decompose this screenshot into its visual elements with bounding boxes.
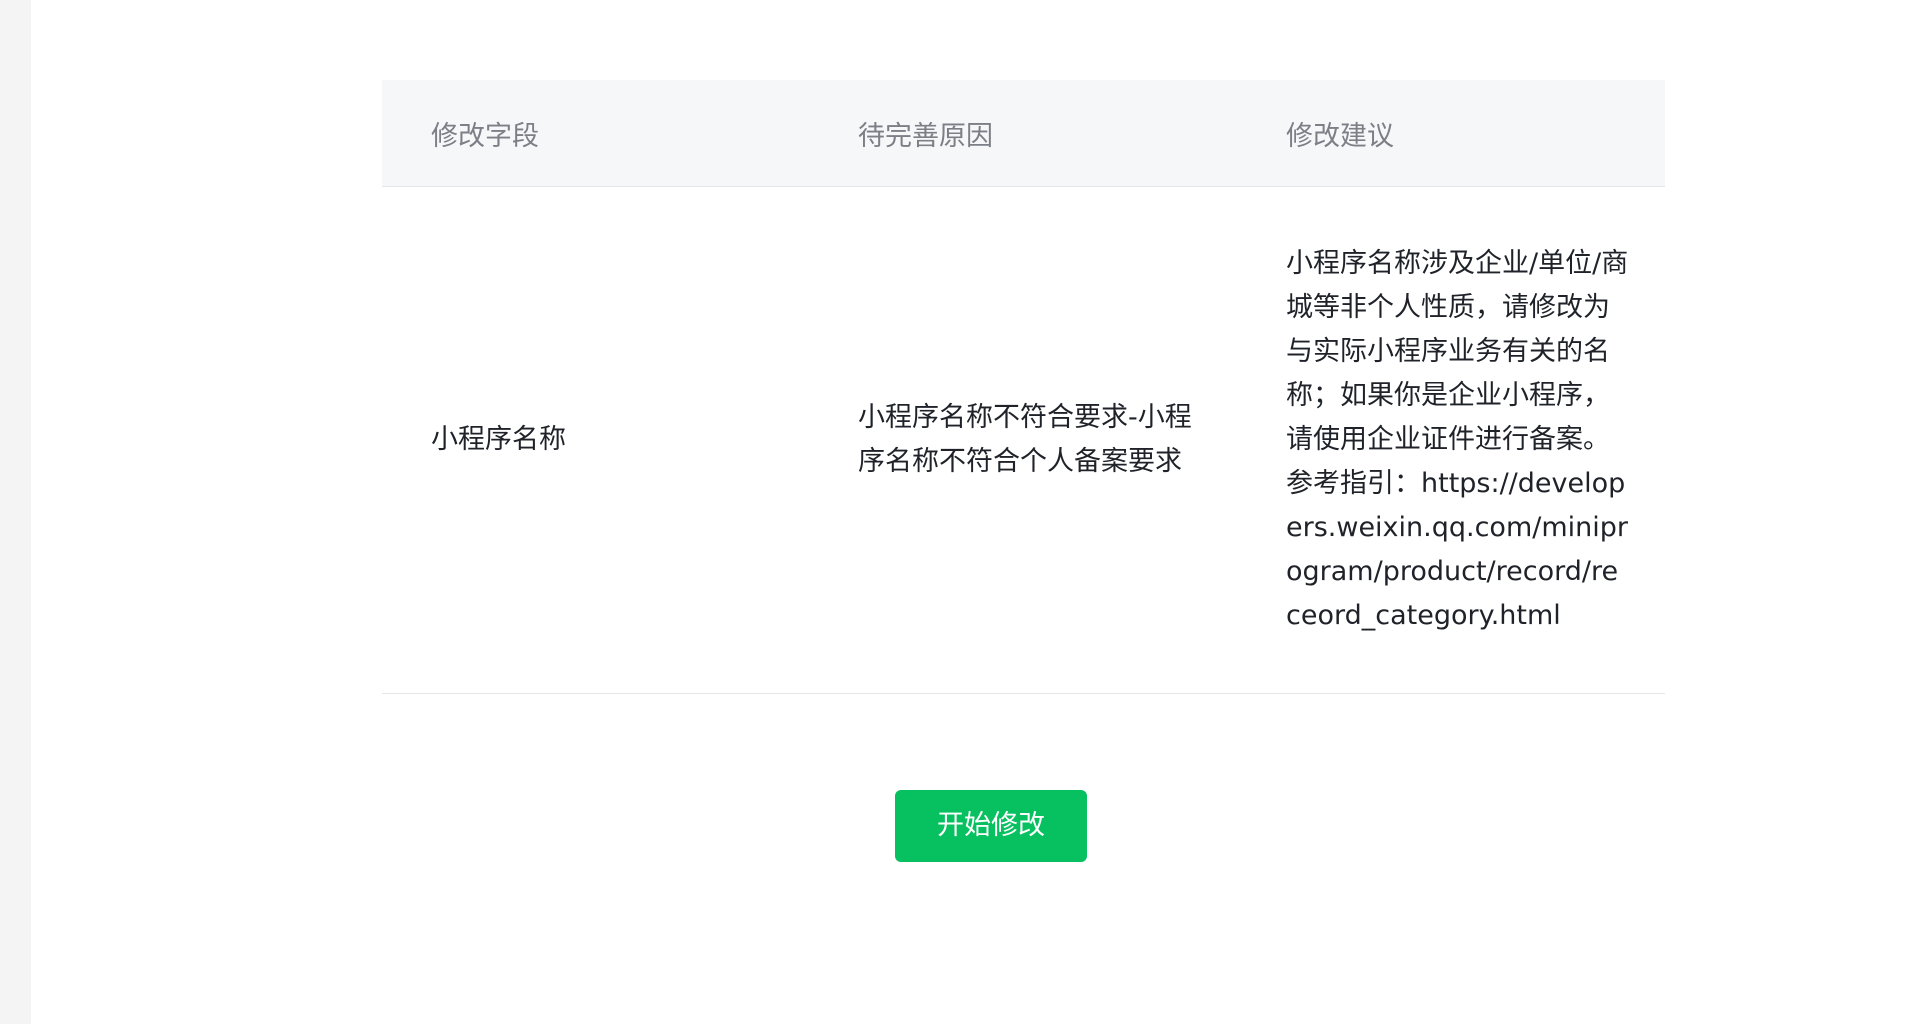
correction-table: 修改字段 待完善原因 修改建议 小程序名称 小程序名称不符合要求-小程序名称不符… <box>382 80 1665 694</box>
header-reason: 待完善原因 <box>858 120 993 152</box>
header-field: 修改字段 <box>431 120 539 152</box>
cell-field: 小程序名称 <box>431 424 566 455</box>
table-row: 小程序名称 小程序名称不符合要求-小程序名称不符合个人备案要求 小程序名称涉及企… <box>382 187 1665 694</box>
actions: 开始修改 <box>895 790 1087 862</box>
cell-suggestion: 小程序名称涉及企业/单位/商城等非个人性质，请修改为与实际小程序业务有关的名称；… <box>1286 248 1629 631</box>
cell-reason: 小程序名称不符合要求-小程序名称不符合个人备案要求 <box>858 402 1192 477</box>
start-edit-button[interactable]: 开始修改 <box>895 790 1087 862</box>
left-rail <box>0 0 31 1024</box>
header-suggestion: 修改建议 <box>1286 120 1394 152</box>
table-header: 修改字段 待完善原因 修改建议 <box>382 80 1665 187</box>
content-area: 修改字段 待完善原因 修改建议 小程序名称 小程序名称不符合要求-小程序名称不符… <box>31 0 1926 1024</box>
